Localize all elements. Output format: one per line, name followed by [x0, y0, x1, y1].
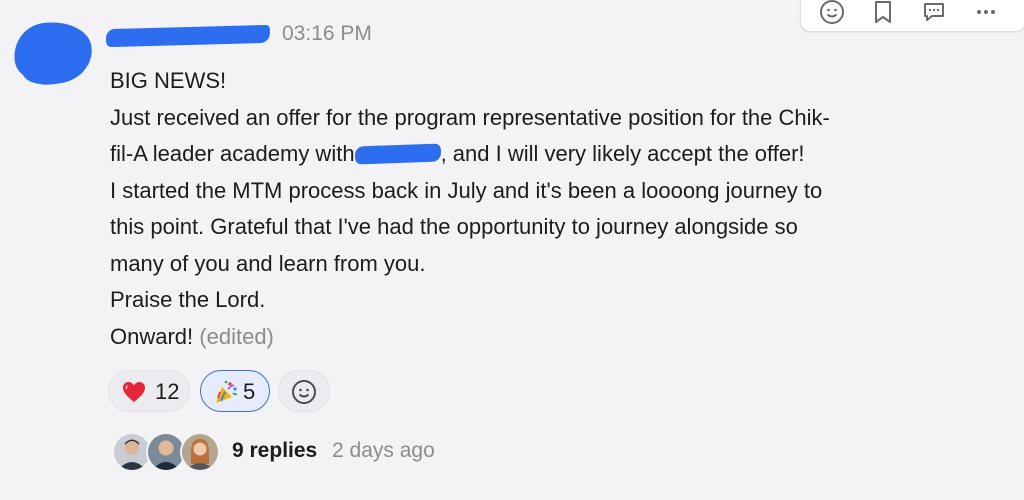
message-line: this point. Grateful that I've had the o…: [110, 214, 798, 239]
message-actions-toolbar: [800, 0, 1024, 32]
message-line: Just received an offer for the program r…: [110, 104, 830, 130]
add-reaction-button[interactable]: [278, 370, 330, 412]
reaction-count: 5: [243, 379, 256, 404]
message-fragment: fil-A leader academy with: [110, 141, 355, 166]
message: 03:16 PM BIG NEWS! Just received an offe…: [0, 0, 1024, 500]
reaction-heart[interactable]: 12: [108, 370, 190, 412]
bookmark-icon[interactable]: [871, 0, 893, 23]
message-fragment: Onward!: [110, 323, 194, 349]
redacted-text: [354, 143, 441, 165]
reply-bubble-icon[interactable]: [921, 0, 944, 21]
message-line: fil-A leader academy with , and I will ve…: [110, 136, 1010, 173]
avatar[interactable]: [10, 16, 96, 90]
message-fragment: , and I will very likely accept the offe…: [440, 141, 805, 166]
message-body: BIG NEWS! Just received an offer for the…: [110, 63, 1010, 355]
message-line: I started the MTM process back in July a…: [110, 177, 823, 203]
party-popper-emoji-icon: [213, 379, 239, 405]
message-line: BIG NEWS!: [110, 68, 227, 93]
message-timestamp[interactable]: 03:16 PM: [282, 22, 372, 46]
message-line: Onward! (edited): [110, 319, 1010, 356]
message-line: Praise the Lord.: [110, 287, 266, 312]
reply-avatar: [180, 432, 220, 472]
last-reply-time: 2 days ago: [332, 439, 435, 462]
replies-link[interactable]: 9 replies: [232, 439, 317, 463]
message-line: many of you and learn from you.: [110, 250, 426, 276]
author-name[interactable]: [105, 24, 271, 48]
add-reaction-icon: [291, 379, 317, 411]
more-icon[interactable]: [973, 0, 995, 21]
emoji-icon[interactable]: [819, 0, 844, 24]
heart-emoji-icon: [121, 379, 147, 405]
reaction-count: 12: [155, 379, 180, 404]
edited-label: (edited): [199, 323, 274, 349]
reaction-party-popper[interactable]: 5: [200, 370, 270, 412]
